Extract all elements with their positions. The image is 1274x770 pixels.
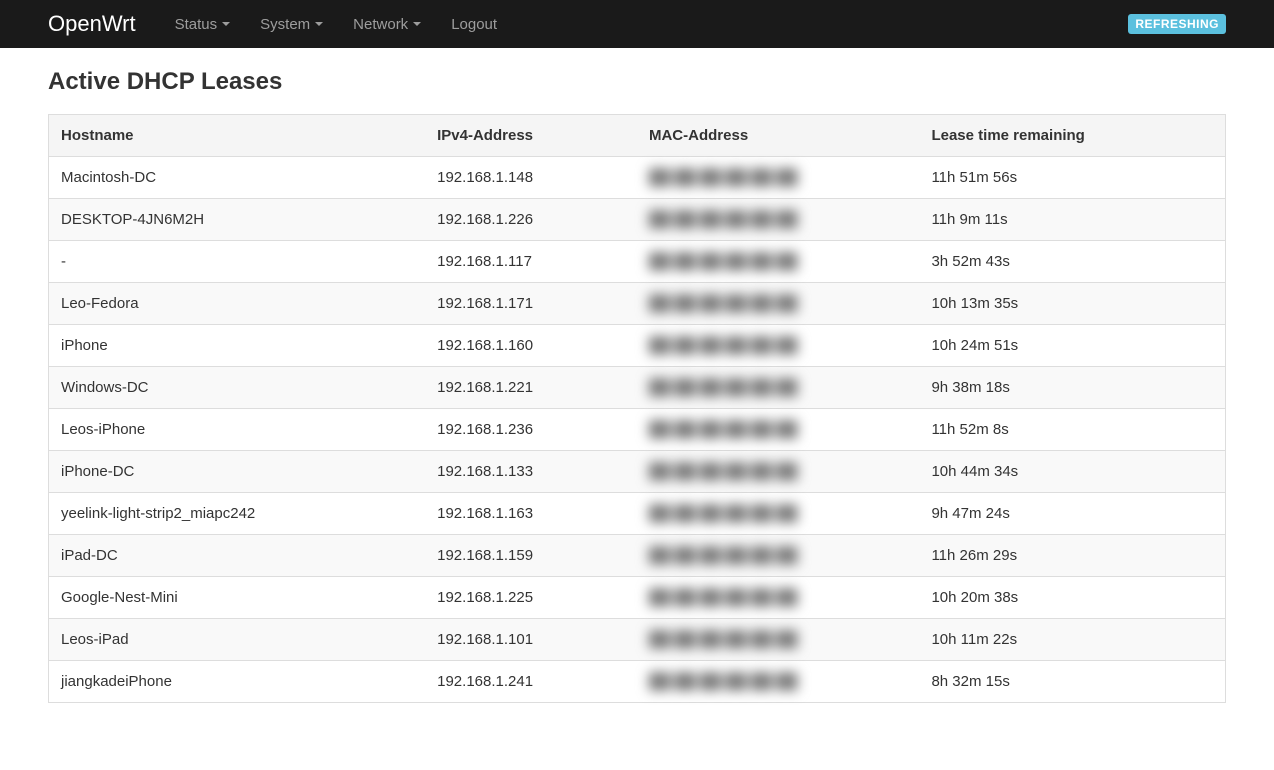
chevron-down-icon bbox=[222, 22, 230, 26]
cell-ipv4: 192.168.1.160 bbox=[425, 325, 637, 367]
page-title: Active DHCP Leases bbox=[48, 68, 1226, 96]
table-row: DESKTOP-4JN6M2H192.168.1.226██:██:██:██:… bbox=[49, 199, 1226, 241]
cell-hostname: DESKTOP-4JN6M2H bbox=[49, 199, 426, 241]
cell-lease: 10h 20m 38s bbox=[919, 577, 1225, 619]
th-lease: Lease time remaining bbox=[919, 115, 1225, 157]
cell-ipv4: 192.168.1.159 bbox=[425, 535, 637, 577]
cell-lease: 11h 51m 56s bbox=[919, 157, 1225, 199]
cell-mac: ██:██:██:██:██:██ bbox=[637, 199, 919, 241]
cell-ipv4: 192.168.1.101 bbox=[425, 619, 637, 661]
table-header-row: Hostname IPv4-Address MAC-Address Lease … bbox=[49, 115, 1226, 157]
th-hostname: Hostname bbox=[49, 115, 426, 157]
cell-lease: 9h 38m 18s bbox=[919, 367, 1225, 409]
cell-mac: ██:██:██:██:██:██ bbox=[637, 577, 919, 619]
cell-ipv4: 192.168.1.133 bbox=[425, 451, 637, 493]
refresh-status-badge: REFRESHING bbox=[1128, 14, 1226, 34]
cell-lease: 11h 52m 8s bbox=[919, 409, 1225, 451]
cell-ipv4: 192.168.1.226 bbox=[425, 199, 637, 241]
cell-ipv4: 192.168.1.221 bbox=[425, 367, 637, 409]
cell-ipv4: 192.168.1.117 bbox=[425, 241, 637, 283]
cell-hostname: Google-Nest-Mini bbox=[49, 577, 426, 619]
table-row: Windows-DC192.168.1.221██:██:██:██:██:██… bbox=[49, 367, 1226, 409]
table-row: yeelink-light-strip2_miapc242192.168.1.1… bbox=[49, 493, 1226, 535]
cell-lease: 10h 44m 34s bbox=[919, 451, 1225, 493]
nav-item-status[interactable]: Status bbox=[160, 0, 246, 48]
table-row: Leos-iPhone192.168.1.236██:██:██:██:██:█… bbox=[49, 409, 1226, 451]
chevron-down-icon bbox=[315, 22, 323, 26]
cell-mac: ██:██:██:██:██:██ bbox=[637, 451, 919, 493]
cell-lease: 9h 47m 24s bbox=[919, 493, 1225, 535]
cell-ipv4: 192.168.1.163 bbox=[425, 493, 637, 535]
table-row: Leo-Fedora192.168.1.171██:██:██:██:██:██… bbox=[49, 283, 1226, 325]
table-row: Google-Nest-Mini192.168.1.225██:██:██:██… bbox=[49, 577, 1226, 619]
nav-item-logout[interactable]: Logout bbox=[436, 0, 512, 48]
chevron-down-icon bbox=[413, 22, 421, 26]
nav-item-system[interactable]: System bbox=[245, 0, 338, 48]
cell-lease: 10h 24m 51s bbox=[919, 325, 1225, 367]
table-row: iPhone192.168.1.160██:██:██:██:██:██10h … bbox=[49, 325, 1226, 367]
cell-lease: 11h 9m 11s bbox=[919, 199, 1225, 241]
th-ipv4: IPv4-Address bbox=[425, 115, 637, 157]
cell-hostname: Windows-DC bbox=[49, 367, 426, 409]
table-row: Leos-iPad192.168.1.101██:██:██:██:██:██1… bbox=[49, 619, 1226, 661]
dhcp-leases-table: Hostname IPv4-Address MAC-Address Lease … bbox=[48, 114, 1226, 703]
cell-hostname: Leos-iPhone bbox=[49, 409, 426, 451]
cell-lease: 10h 13m 35s bbox=[919, 283, 1225, 325]
nav-label: System bbox=[260, 16, 310, 33]
cell-hostname: Leo-Fedora bbox=[49, 283, 426, 325]
nav-item-network[interactable]: Network bbox=[338, 0, 436, 48]
cell-lease: 8h 32m 15s bbox=[919, 661, 1225, 703]
cell-mac: ██:██:██:██:██:██ bbox=[637, 283, 919, 325]
cell-ipv4: 192.168.1.171 bbox=[425, 283, 637, 325]
th-mac: MAC-Address bbox=[637, 115, 919, 157]
cell-mac: ██:██:██:██:██:██ bbox=[637, 493, 919, 535]
table-row: Macintosh-DC192.168.1.148██:██:██:██:██:… bbox=[49, 157, 1226, 199]
cell-lease: 10h 11m 22s bbox=[919, 619, 1225, 661]
cell-hostname: iPhone-DC bbox=[49, 451, 426, 493]
nav-label: Network bbox=[353, 16, 408, 33]
table-body: Macintosh-DC192.168.1.148██:██:██:██:██:… bbox=[49, 157, 1226, 703]
cell-hostname: iPhone bbox=[49, 325, 426, 367]
cell-hostname: - bbox=[49, 241, 426, 283]
cell-mac: ██:██:██:██:██:██ bbox=[637, 367, 919, 409]
cell-mac: ██:██:██:██:██:██ bbox=[637, 661, 919, 703]
nav-label: Logout bbox=[451, 16, 497, 33]
cell-lease: 3h 52m 43s bbox=[919, 241, 1225, 283]
cell-ipv4: 192.168.1.225 bbox=[425, 577, 637, 619]
table-row: iPhone-DC192.168.1.133██:██:██:██:██:██1… bbox=[49, 451, 1226, 493]
top-navbar: OpenWrt Status System Network Logout REF… bbox=[0, 0, 1274, 48]
cell-mac: ██:██:██:██:██:██ bbox=[637, 325, 919, 367]
cell-hostname: iPad-DC bbox=[49, 535, 426, 577]
cell-hostname: Leos-iPad bbox=[49, 619, 426, 661]
cell-hostname: Macintosh-DC bbox=[49, 157, 426, 199]
cell-hostname: jiangkadeiPhone bbox=[49, 661, 426, 703]
nav-menu: Status System Network Logout bbox=[160, 0, 512, 48]
nav-label: Status bbox=[175, 16, 218, 33]
cell-hostname: yeelink-light-strip2_miapc242 bbox=[49, 493, 426, 535]
cell-ipv4: 192.168.1.241 bbox=[425, 661, 637, 703]
cell-mac: ██:██:██:██:██:██ bbox=[637, 535, 919, 577]
brand-link[interactable]: OpenWrt bbox=[48, 11, 136, 37]
cell-mac: ██:██:██:██:██:██ bbox=[637, 409, 919, 451]
cell-ipv4: 192.168.1.236 bbox=[425, 409, 637, 451]
table-row: iPad-DC192.168.1.159██:██:██:██:██:██11h… bbox=[49, 535, 1226, 577]
table-row: -192.168.1.117██:██:██:██:██:██3h 52m 43… bbox=[49, 241, 1226, 283]
table-row: jiangkadeiPhone192.168.1.241██:██:██:██:… bbox=[49, 661, 1226, 703]
main-content: Active DHCP Leases Hostname IPv4-Address… bbox=[0, 48, 1274, 723]
cell-mac: ██:██:██:██:██:██ bbox=[637, 157, 919, 199]
cell-ipv4: 192.168.1.148 bbox=[425, 157, 637, 199]
cell-mac: ██:██:██:██:██:██ bbox=[637, 241, 919, 283]
cell-mac: ██:██:██:██:██:██ bbox=[637, 619, 919, 661]
cell-lease: 11h 26m 29s bbox=[919, 535, 1225, 577]
